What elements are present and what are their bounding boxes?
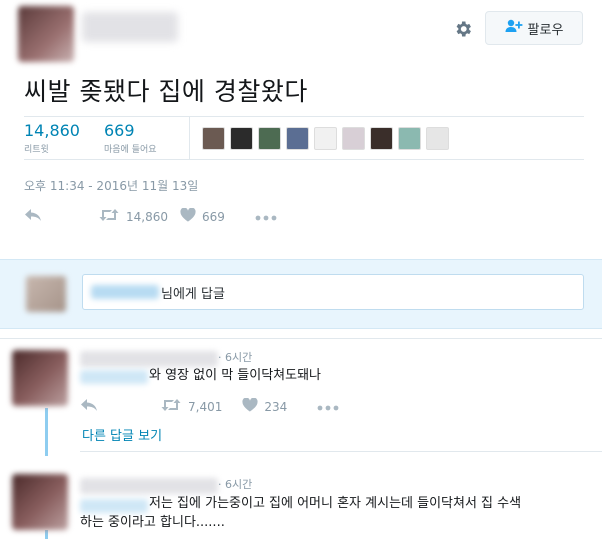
more-icon[interactable] bbox=[317, 400, 339, 414]
like-action[interactable]: 669 bbox=[180, 207, 225, 225]
stats-divider bbox=[189, 117, 190, 159]
retweet-count: 7,401 bbox=[188, 399, 223, 414]
reply-author-blurred[interactable] bbox=[80, 351, 218, 367]
tweet-detail: 팔로우 씨발 좆됐다 집에 경찰왔다 14,860 리트윗 669 마음에 들어… bbox=[0, 0, 602, 258]
reply-actions: 7,401 234 bbox=[80, 397, 339, 415]
thread-line bbox=[45, 408, 48, 456]
reply-time[interactable]: · 6시간 bbox=[218, 349, 252, 365]
liker-avatar[interactable] bbox=[286, 127, 309, 150]
reply-author-blurred[interactable] bbox=[80, 478, 218, 494]
reply-icon[interactable] bbox=[24, 208, 42, 225]
reply-composer: 님에게 답글 bbox=[0, 259, 602, 329]
liker-avatar[interactable] bbox=[342, 127, 365, 150]
tweet-stats: 14,860 리트윗 669 마음에 들어요 bbox=[24, 116, 584, 160]
gear-icon[interactable] bbox=[450, 16, 476, 42]
liker-avatar[interactable] bbox=[258, 127, 281, 150]
thread-line-2 bbox=[45, 530, 48, 539]
liker-avatar[interactable] bbox=[426, 127, 449, 150]
reply-text-line2: 하는 중이라고 합니다....... bbox=[80, 515, 225, 530]
tweet-text: 씨발 좆됐다 집에 경찰왔다 bbox=[24, 77, 308, 106]
reply-avatar[interactable] bbox=[12, 350, 68, 406]
liker-avatar[interactable] bbox=[314, 127, 337, 150]
current-user-avatar bbox=[26, 276, 66, 312]
retweet-label: 리트윗 bbox=[24, 145, 49, 155]
reply-icon[interactable] bbox=[80, 398, 98, 415]
reply-text: 와 영장 없이 막 들이닥쳐도돼나 bbox=[149, 368, 322, 383]
follow-button[interactable]: 팔로우 bbox=[485, 11, 583, 45]
reply-divider bbox=[80, 451, 602, 452]
like-stat[interactable]: 669 마음에 들어요 bbox=[104, 121, 157, 155]
reply-mention-blurred[interactable] bbox=[80, 499, 148, 513]
reply-placeholder: 님에게 답글 bbox=[161, 287, 225, 302]
retweet-stat[interactable]: 14,860 리트윗 bbox=[24, 121, 80, 155]
like-label: 마음에 들어요 bbox=[104, 145, 157, 155]
tweet-datetime: 오후 11:34 - 2016년 11월 13일 bbox=[24, 179, 199, 193]
reply-avatar[interactable] bbox=[12, 474, 68, 530]
retweet-icon bbox=[160, 398, 182, 415]
divider bbox=[0, 338, 602, 339]
tweet-actions: 14,860 669 bbox=[24, 207, 277, 225]
show-more-replies-link[interactable]: 다른 답글 보기 bbox=[82, 425, 162, 444]
retweet-icon bbox=[98, 208, 120, 225]
retweet-count: 14,860 bbox=[24, 121, 80, 140]
heart-icon bbox=[180, 207, 196, 225]
follow-button-label: 팔로우 bbox=[527, 22, 564, 38]
like-count: 234 bbox=[264, 399, 288, 414]
like-count: 669 bbox=[104, 121, 135, 140]
retweet-action-count: 14,860 bbox=[126, 209, 168, 224]
reply-target-blurred bbox=[91, 285, 159, 299]
reply-time[interactable]: · 6시간 bbox=[218, 476, 252, 492]
liker-avatar[interactable] bbox=[398, 127, 421, 150]
author-avatar[interactable] bbox=[18, 6, 74, 62]
reply-input[interactable]: 님에게 답글 bbox=[82, 274, 584, 310]
heart-icon bbox=[242, 397, 258, 415]
liker-avatar[interactable] bbox=[370, 127, 393, 150]
more-icon[interactable] bbox=[255, 210, 277, 224]
liker-avatar[interactable] bbox=[202, 127, 225, 150]
like-action-count: 669 bbox=[202, 209, 225, 224]
like-action[interactable]: 234 bbox=[242, 397, 288, 415]
author-name-blurred[interactable] bbox=[82, 12, 178, 42]
liker-avatars bbox=[202, 127, 449, 150]
add-user-icon bbox=[505, 19, 523, 37]
retweet-action[interactable]: 14,860 bbox=[98, 208, 168, 225]
reply-text-line1: 저는 집에 가는중이고 집에 어머니 혼자 계시는데 들이닥쳐서 집 수색 bbox=[149, 496, 522, 511]
retweet-action[interactable]: 7,401 bbox=[160, 398, 222, 415]
reply-mention-blurred[interactable] bbox=[80, 370, 148, 384]
liker-avatar[interactable] bbox=[230, 127, 253, 150]
